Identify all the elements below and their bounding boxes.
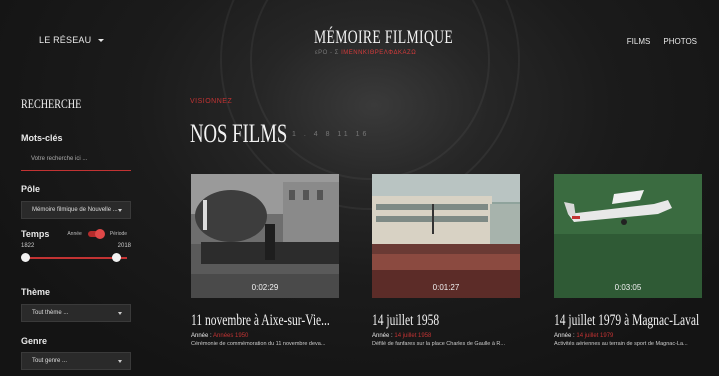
year-range-slider[interactable] xyxy=(21,253,131,263)
film-year: Année : 14 juillet 1979 xyxy=(554,333,614,339)
year-period-toggle[interactable] xyxy=(87,229,105,239)
film-title[interactable]: 11 novembre à Aixe-sur-Vie... xyxy=(191,312,330,330)
film-thumbnail[interactable]: 0:02:29 xyxy=(191,174,339,298)
top-nav: FILMS PHOTOS xyxy=(627,37,697,46)
film-thumbnail[interactable]: 0:03:05 xyxy=(554,174,702,298)
genre-select[interactable]: Tout genre ... xyxy=(21,352,131,370)
theme-select[interactable]: Tout thème ... xyxy=(21,304,131,322)
section-eyebrow: VISIONNEZ xyxy=(190,98,233,105)
film-description: Activités aériennes au terrain de sport … xyxy=(554,341,688,347)
year-max: 2018 xyxy=(117,243,131,249)
genre-select-value: Tout genre ... xyxy=(32,358,68,364)
sidebar-title: RECHERCHE xyxy=(21,96,82,111)
chevron-down-icon xyxy=(98,38,105,42)
year-min: 1822 xyxy=(21,243,35,249)
toggle-year-label: Année xyxy=(67,231,82,237)
lens-scale-numbers: 1 . 4 8 11 16 xyxy=(292,131,370,138)
search-sidebar: RECHERCHE Mots-clés Votre recherche ici … xyxy=(21,96,131,370)
site-logo-title[interactable]: MÉMOIRE FILMIQUE xyxy=(314,27,453,49)
nav-link-films[interactable]: FILMS xyxy=(627,37,651,46)
film-title[interactable]: 14 juillet 1979 à Magnac-Laval xyxy=(554,312,699,330)
network-dropdown[interactable]: LE RÉSEAU xyxy=(39,35,105,45)
pole-label: Pôle xyxy=(21,184,41,194)
theme-select-value: Tout thème ... xyxy=(32,310,69,316)
film-duration: 0:03:05 xyxy=(614,283,642,292)
film-thumbnail-image xyxy=(554,174,702,298)
chevron-down-icon xyxy=(118,359,122,363)
pole-select[interactable]: Mémoire filmique de Nouvelle ... xyxy=(21,201,131,219)
film-thumbnail-image xyxy=(372,174,520,298)
film-year: Année : 14 juillet 1958 xyxy=(372,333,432,339)
film-description: Défilé de fanfares sur la place Charles … xyxy=(372,341,505,347)
film-duration: 0:02:29 xyxy=(251,283,279,292)
film-thumbnail-image xyxy=(191,174,339,298)
time-label: Temps xyxy=(21,229,50,239)
film-year: Année : Années 1950 xyxy=(191,333,249,339)
time-row: Temps Année Période xyxy=(21,229,131,239)
nav-link-photos[interactable]: PHOTOS xyxy=(663,37,697,46)
chevron-down-icon xyxy=(118,208,122,212)
film-card[interactable]: 0:02:29 11 novembre à Aixe-sur-Vie... An… xyxy=(191,174,339,347)
film-duration: 0:01:27 xyxy=(432,283,460,292)
pole-select-value: Mémoire filmique de Nouvelle ... xyxy=(32,207,118,213)
film-card[interactable]: 0:01:27 14 juillet 1958 Année : 14 juill… xyxy=(372,174,520,347)
toggle-knob xyxy=(94,229,105,239)
film-description: Cérémonie de commémoration du 11 novembr… xyxy=(191,341,326,347)
search-input[interactable]: Votre recherche ici ... xyxy=(21,149,131,171)
slider-handle-max[interactable] xyxy=(112,253,121,262)
page-title: NOS FILMS xyxy=(190,119,288,148)
slider-handle-min[interactable] xyxy=(21,253,30,262)
toggle-period-label: Période xyxy=(109,231,128,237)
header: LE RÉSEAU MÉMOIRE FILMIQUE εΡΟ - Σ ΙΜΕΝΝ… xyxy=(0,0,719,70)
film-card[interactable]: 0:03:05 14 juillet 1979 à Magnac-Laval A… xyxy=(554,174,702,347)
year-range-labels: 1822 2018 xyxy=(21,243,131,249)
network-label: LE RÉSEAU xyxy=(39,35,92,45)
film-thumbnail[interactable]: 0:01:27 xyxy=(372,174,520,298)
site-logo-subtitle: εΡΟ - Σ ΙΜΕΝΝΚΙΘΡΕΛΦΔΚΑΖΩ xyxy=(315,50,417,56)
genre-label: Genre xyxy=(21,336,48,346)
chevron-down-icon xyxy=(118,311,122,315)
theme-label: Thème xyxy=(21,287,51,297)
keywords-label: Mots-clés xyxy=(21,133,63,143)
film-title[interactable]: 14 juillet 1958 xyxy=(372,312,479,330)
